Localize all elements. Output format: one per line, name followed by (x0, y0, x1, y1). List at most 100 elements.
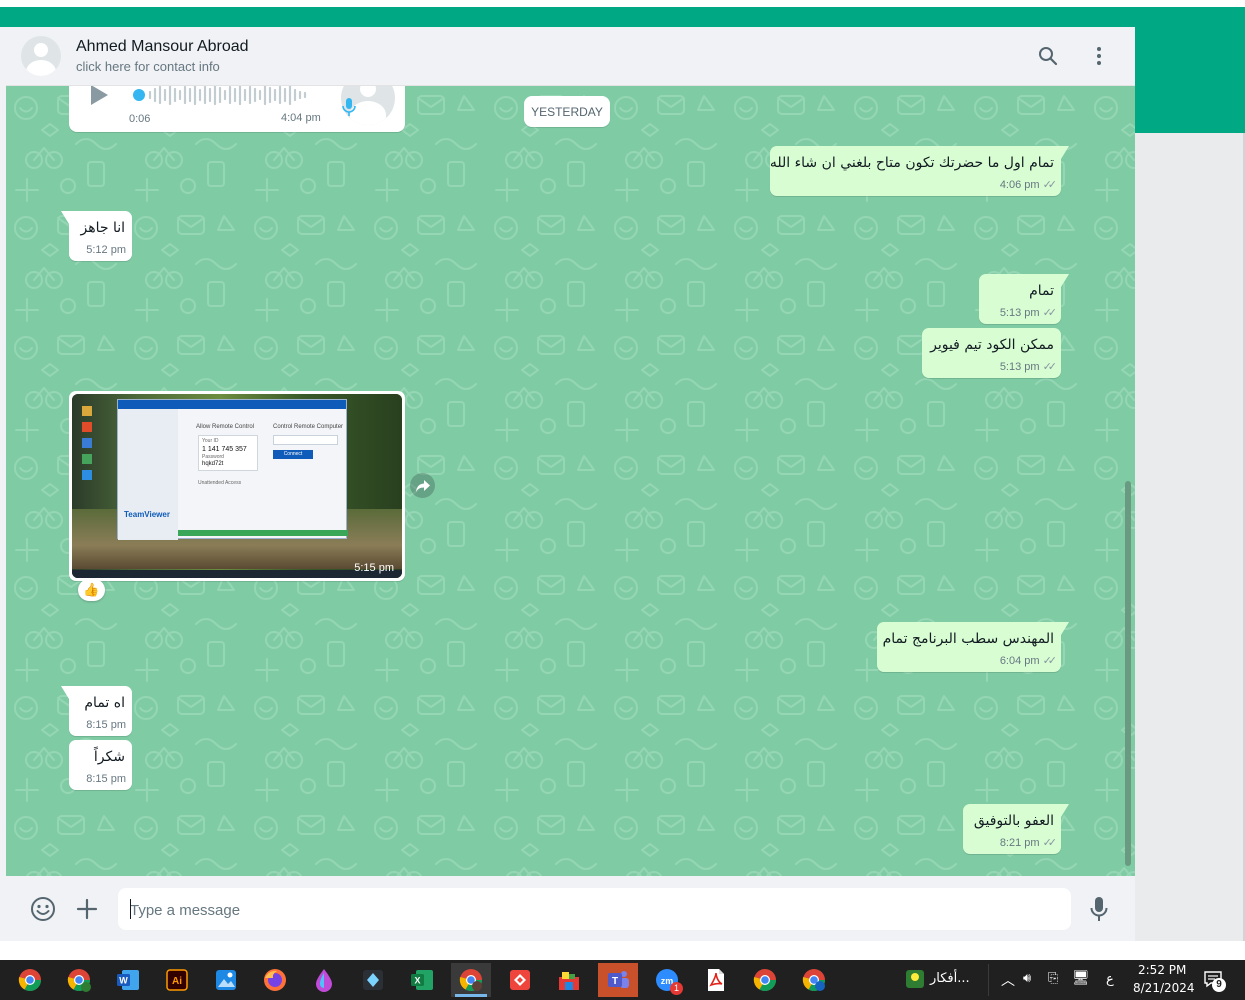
background-grey-panel (1135, 133, 1245, 960)
message-time: 8:21 pm (999, 837, 1040, 849)
chrome-second-icon[interactable] (745, 963, 785, 997)
mic-icon[interactable] (1084, 894, 1114, 924)
voice-message[interactable]: 0:06 4:04 pm (69, 86, 405, 132)
scrollbar[interactable] (1125, 481, 1131, 866)
message-text: تمام اول ما حضرتك تكون متاح بلغني ان شاء… (769, 155, 1054, 171)
illustrator-icon[interactable]: Ai (157, 963, 197, 997)
message-time: 4:06 pm (999, 179, 1040, 191)
chrome-profile-a-icon[interactable] (794, 963, 834, 997)
droplet-app-icon[interactable] (304, 963, 344, 997)
double-tick-icon: ✓✓ (1042, 361, 1058, 373)
message-bubble[interactable]: تمام 5:13 pm ✓✓ (979, 274, 1069, 324)
double-tick-icon: ✓✓ (1042, 179, 1058, 191)
forward-icon[interactable] (410, 473, 435, 498)
menu-dots-icon[interactable] (1086, 43, 1112, 69)
message-bubble[interactable]: شكراً 8:15 pm (69, 740, 132, 790)
reaction-badge[interactable]: 👍 (78, 579, 105, 601)
search-icon[interactable] (1035, 43, 1061, 69)
background-green-band (1135, 27, 1245, 133)
chrome-icon[interactable] (10, 963, 50, 997)
zoom-badge: 1 (670, 982, 683, 995)
chrome-profile-icon[interactable] (59, 963, 99, 997)
tv-unattended-label: Unattended Access (198, 480, 242, 486)
clock-date[interactable]: 8/21/2024 (1133, 981, 1195, 995)
message-input-box[interactable] (118, 888, 1071, 930)
tv-id-value: 1 141 745 357 (202, 446, 247, 453)
message-bubble[interactable]: المهندس سطب البرنامج تمام 6:04 pm ✓✓ (877, 622, 1069, 672)
excel-icon[interactable]: X (402, 963, 442, 997)
message-input[interactable] (130, 899, 1050, 921)
message-bubble[interactable]: اه تمام 8:15 pm (61, 686, 132, 736)
whatsapp-chat-window: Ahmed Mansour Abroad click here for cont… (6, 27, 1135, 941)
store-app-icon[interactable] (549, 963, 589, 997)
meet-now-icon[interactable]: ⎘ (1048, 971, 1058, 986)
message-meta: 5:13 pm ✓✓ (979, 306, 1058, 319)
message-bubble[interactable]: العفو بالتوفيق 8:21 pm ✓✓ (963, 804, 1069, 854)
message-text: شكراً (93, 749, 125, 765)
message-bubble[interactable]: انا جاهز 5:12 pm (61, 211, 132, 261)
message-meta: 4:06 pm ✓✓ (770, 178, 1058, 191)
date-separator: YESTERDAY (524, 96, 610, 127)
message-bubble[interactable]: ممكن الكود تيم فيوير 5:13 pm ✓✓ (922, 328, 1061, 378)
photos-icon[interactable] (206, 963, 246, 997)
mic-icon (342, 98, 356, 116)
message-text: العفو بالتوفيق (973, 813, 1054, 829)
pdf-icon[interactable] (696, 963, 736, 997)
input-language[interactable]: ع (1106, 972, 1114, 987)
desktop-icons (80, 404, 120, 554)
taskbar-divider (988, 964, 989, 996)
message-bubble[interactable]: تمام اول ما حضرتك تكون متاح بلغني ان شاء… (769, 146, 1069, 196)
clock-time[interactable]: 2:52 PM (1138, 963, 1186, 977)
waveform[interactable] (132, 86, 317, 107)
message-meta: 8:15 pm (69, 773, 126, 785)
notification-count: 9 (1212, 978, 1226, 992)
text-caret (130, 899, 131, 919)
double-tick-icon: ✓✓ (1042, 307, 1058, 319)
message-meta: 5:13 pm ✓✓ (922, 360, 1058, 373)
voice-time: 4:04 pm (281, 112, 321, 124)
play-icon[interactable] (91, 86, 108, 105)
screen: Ahmed Mansour Abroad click here for cont… (0, 0, 1245, 1000)
attach-plus-icon[interactable] (72, 894, 102, 924)
message-time: 8:15 pm (86, 773, 126, 785)
anydesk-icon[interactable] (500, 963, 540, 997)
image-time: 5:15 pm (354, 562, 394, 574)
chrome-active-icon[interactable] (451, 963, 491, 997)
message-time: 8:15 pm (86, 719, 126, 731)
message-time: 5:13 pm (999, 307, 1040, 319)
teams-icon[interactable]: T (598, 963, 638, 997)
teamviewer-brand: TeamViewer (124, 510, 170, 519)
message-time: 5:12 pm (86, 244, 126, 256)
voice-duration: 0:06 (129, 113, 151, 125)
message-text: انا جاهز (80, 220, 125, 236)
volume-icon[interactable]: 🔊︎ (1023, 971, 1031, 986)
chat-header[interactable]: Ahmed Mansour Abroad click here for cont… (6, 27, 1135, 86)
news-widget-icon[interactable] (906, 970, 924, 988)
teamviewer-window: TeamViewer Allow Remote Control Control … (117, 399, 348, 540)
message-time: 5:13 pm (999, 361, 1040, 373)
contact-info-hint[interactable]: click here for contact info (76, 59, 220, 74)
news-widget-label[interactable]: أفكار... (930, 971, 970, 986)
firefox-icon[interactable] (255, 963, 295, 997)
avatar[interactable] (21, 36, 61, 76)
message-text: ممكن الكود تيم فيوير (930, 337, 1054, 353)
svg-text:X: X (414, 976, 420, 986)
tv-control-title: Control Remote Computer (273, 424, 344, 430)
notification-icon[interactable]: 9 (1203, 970, 1226, 992)
emoji-icon[interactable] (28, 894, 58, 924)
shared-screenshot[interactable]: TeamViewer Allow Remote Control Control … (72, 394, 402, 578)
network-icon[interactable]: 🖥︎ (1072, 970, 1090, 986)
composer-bar (6, 876, 1135, 941)
dark-app-icon[interactable] (353, 963, 393, 997)
image-message[interactable]: TeamViewer Allow Remote Control Control … (69, 391, 405, 581)
message-text: اه تمام (84, 695, 125, 711)
zoom-icon[interactable]: zm 1 (647, 963, 687, 997)
message-time: 6:04 pm (999, 655, 1040, 667)
contact-name[interactable]: Ahmed Mansour Abroad (76, 38, 249, 56)
message-meta: 8:15 pm (69, 719, 126, 731)
message-text: تمام (1029, 283, 1054, 299)
chevron-up-icon[interactable]: ︿ (1001, 970, 1015, 990)
message-meta: 6:04 pm ✓✓ (877, 654, 1057, 667)
message-list[interactable]: 0:06 4:04 pm YESTERDAY تمام اول ما حضرتك… (6, 86, 1135, 876)
word-icon[interactable]: W (108, 963, 148, 997)
